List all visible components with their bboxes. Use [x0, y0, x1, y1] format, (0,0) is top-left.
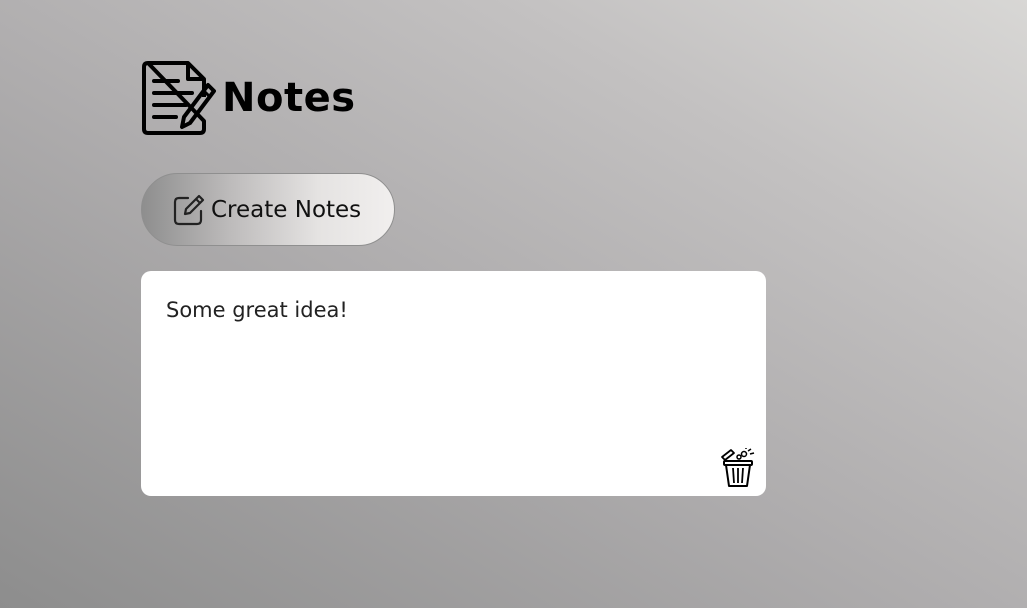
page-title: Notes	[222, 75, 356, 121]
note-card[interactable]: Some great idea!	[141, 271, 766, 496]
trash-icon[interactable]	[719, 448, 757, 488]
edit-icon	[173, 194, 205, 225]
create-notes-label: Create Notes	[211, 196, 362, 223]
notes-document-icon	[142, 61, 216, 135]
create-notes-button[interactable]: Create Notes	[141, 173, 395, 246]
page-header: Notes	[140, 58, 356, 138]
note-text[interactable]: Some great idea!	[166, 298, 348, 322]
